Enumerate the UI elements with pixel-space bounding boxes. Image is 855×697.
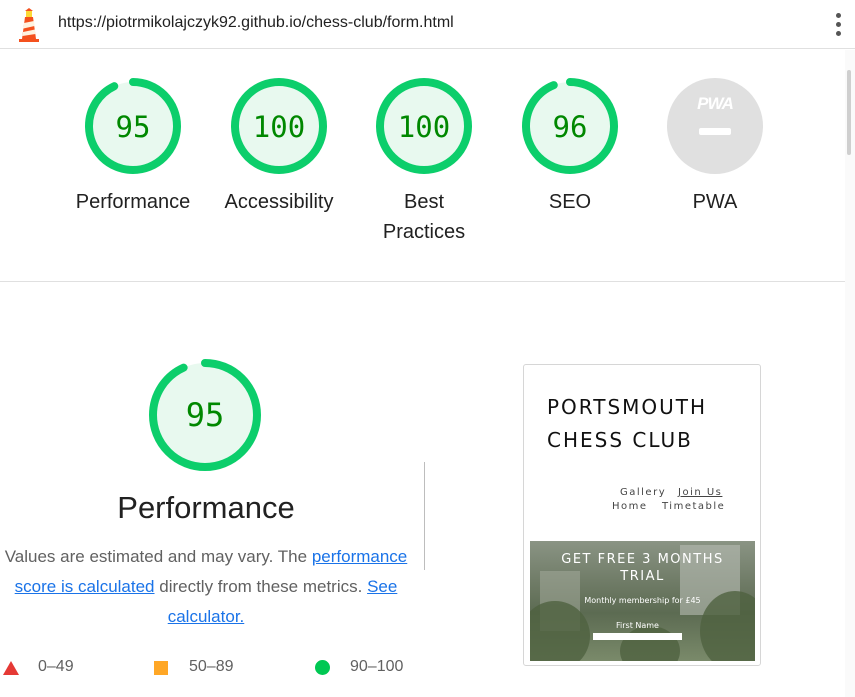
legend-fail-range: 0–49 [38,658,74,675]
orange-square-icon [154,661,168,675]
gauge-accessibility[interactable]: 100 Accessibility [204,78,354,217]
red-triangle-icon [3,661,19,675]
hero-title-line: GET FREE 3 MONTHS [561,552,724,567]
page-url[interactable]: https://piotrmikolajczyk92.github.io/che… [58,14,454,32]
final-screenshot-preview[interactable]: PORTSMOUTH CHESS CLUB Gallery Join Us Ho… [523,364,761,666]
url-bar: https://piotrmikolajczyk92.github.io/che… [0,0,855,49]
hero-title-line: TRIAL [620,569,665,584]
first-name-input [593,633,682,640]
gauge-score: 95 [115,110,151,144]
first-name-label: First Name [616,621,659,630]
background-tree [620,626,680,661]
gauge-pwa[interactable]: PWA PWA [640,78,790,217]
green-circle-icon [315,660,330,675]
nav-join-us: Join Us [678,487,723,498]
gauge-best-practices[interactable]: 100 Best Practices [349,78,499,247]
kebab-menu-icon[interactable] [834,13,842,39]
pwa-dash [699,128,731,135]
nav-gallery: Gallery [620,487,667,498]
hero-title: GET FREE 3 MONTHS TRIAL [530,551,755,585]
hero-subtitle: Monthly membership for £45 [584,596,701,605]
score-legend: 0–49 50–89 90–100 [0,657,420,681]
legend-average-range: 50–89 [189,658,234,675]
pwa-badge-text: PWA [697,94,734,113]
gauge-label: PWA [692,191,738,213]
desc-text: Values are estimated and may vary. The [4,547,312,566]
vertical-separator [424,462,425,570]
gauge-score: 100 [252,110,306,144]
gauge-performance[interactable]: 95 Performance [58,78,208,217]
background-tree [530,601,590,661]
gauge-label: Accessibility [224,191,334,213]
nav-home: Home [612,501,648,512]
scrollbar[interactable] [845,50,855,697]
gauge-label: Best Practices [382,191,466,243]
nav-timetable: Timetable [662,501,726,512]
category-gauges: 95 Performance 100 Accessibility 100 Bes… [58,78,788,258]
performance-score: 95 [185,396,225,434]
performance-title: Performance [117,490,295,525]
gauge-seo[interactable]: 96 SEO [495,78,645,217]
legend-pass-range: 90–100 [350,658,404,675]
hero-image: GET FREE 3 MONTHS TRIAL Monthly membersh… [530,541,755,661]
performance-description: Values are estimated and may vary. The p… [0,542,412,632]
gauge-label: Performance [75,191,191,213]
club-title: PORTSMOUTH CHESS CLUB [547,391,757,457]
gauge-score: 96 [552,110,588,144]
gauge-label: SEO [548,191,592,213]
gauge-score: 100 [397,110,451,144]
pwa-badge-icon: PWA [667,78,763,174]
desc-text: directly from these metrics. [154,577,368,596]
lighthouse-icon [19,8,39,42]
scrollbar-thumb[interactable] [847,70,851,155]
section-divider [0,281,845,282]
club-title-line: PORTSMOUTH [547,395,708,419]
club-title-line: CHESS CLUB [547,428,693,452]
